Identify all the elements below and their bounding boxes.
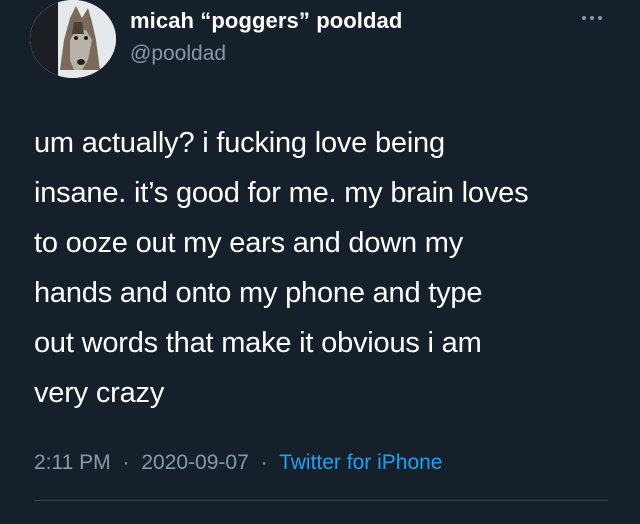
metadata-separator: · [122,451,130,474]
more-options-icon[interactable] [582,13,606,23]
divider [34,500,608,501]
display-name[interactable]: micah “poggers” pooldad [130,8,402,34]
tweet-text: um actually? i fucking love being insane… [34,118,624,418]
tweet-text-line: um actually? i fucking love being [34,127,445,159]
tweet-time[interactable]: 2:11 PM [34,451,111,474]
tweet-source-link[interactable]: Twitter for iPhone [279,451,442,474]
wolf-avatar-icon [30,0,116,78]
tweet-metadata: 2:11 PM · 2020-09-07 · Twitter for iPhon… [34,451,442,475]
tweet-text-line: very crazy [34,377,165,409]
metadata-separator: · [260,451,268,474]
tweet-card: micah “poggers” pooldad @pooldad um actu… [0,0,640,524]
tweet-text-line: out words that make it obvious i am [34,327,482,359]
user-handle[interactable]: @pooldad [130,42,226,66]
tweet-text-line: to ooze out my ears and down my [34,227,464,259]
tweet-text-line: insane. it’s good for me. my brain loves [34,177,529,209]
avatar[interactable] [30,0,116,78]
tweet-text-line: hands and onto my phone and type [34,277,483,309]
tweet-date[interactable]: 2020-09-07 [141,451,248,474]
